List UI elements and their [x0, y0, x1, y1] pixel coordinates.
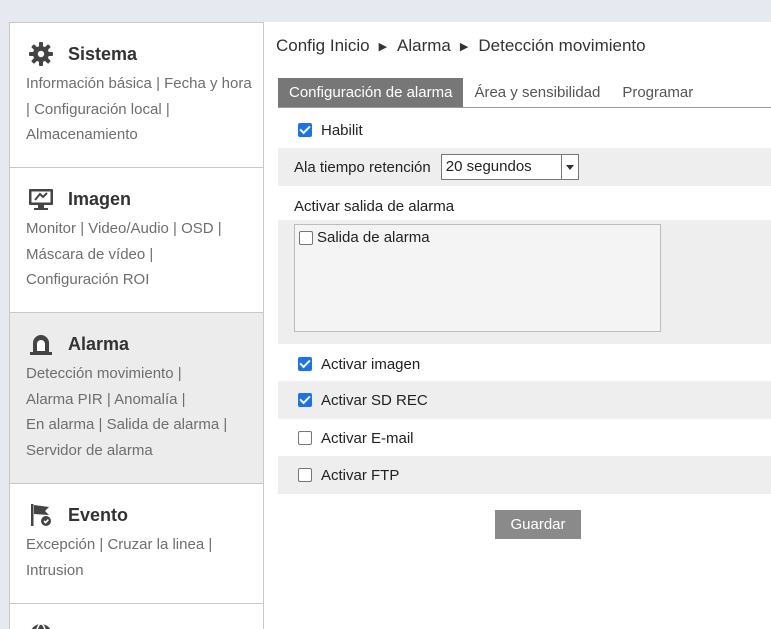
main-panel: Config Inicio ▶ Alarma ▶ Detección movim…: [264, 22, 771, 629]
snapshot-label: Activar imagen: [321, 355, 421, 373]
sidebar-section-links: Detección movimiento | Alarma PIR | Anoma…: [26, 365, 228, 459]
sidebar-section-title: Alarma: [68, 333, 130, 354]
sidebar-link-osd[interactable]: OSD: [181, 220, 214, 237]
sidebar: Sistema Información básica | Fecha y hor…: [9, 22, 264, 629]
ftp-label: Activar FTP: [321, 466, 400, 484]
enable-checkbox[interactable]: [298, 123, 312, 137]
monitor-icon: [26, 184, 56, 214]
output-label: Activar salida de alarma: [294, 197, 455, 215]
save-button[interactable]: Guardar: [495, 510, 581, 539]
tab-bar: Configuración de alarma Área y sensibili…: [278, 78, 771, 108]
row-sd-rec: Activar SD REC: [278, 381, 771, 419]
sidebar-link-cruzar-linea[interactable]: Cruzar la linea: [107, 536, 204, 553]
sidebar-section-header[interactable]: Alarma: [26, 329, 263, 359]
ftp-checkbox[interactable]: [298, 468, 312, 482]
retention-label: Ala tiempo retención: [294, 158, 431, 176]
row-retention: Ala tiempo retención 20 segundos: [278, 148, 771, 186]
sidebar-link-almacenamiento[interactable]: Almacenamiento: [26, 126, 138, 143]
output-item-label: Salida de alarma: [317, 229, 430, 246]
breadcrumb-arrow-icon: ▶: [459, 40, 469, 53]
breadcrumb: Config Inicio ▶ Alarma ▶ Detección movim…: [276, 36, 646, 56]
sidebar-link-alarma-pir[interactable]: Alarma PIR: [26, 391, 103, 408]
sidebar-link-servidor-alarma[interactable]: Servidor de alarma: [26, 442, 153, 459]
sidebar-link-configuracion-roi[interactable]: Configuración ROI: [26, 271, 149, 288]
sidebar-link-en-alarma[interactable]: En alarma: [26, 416, 94, 433]
sidebar-section-header[interactable]: Imagen: [26, 184, 263, 214]
list-item: Salida de alarma: [298, 229, 657, 246]
sidebar-link-informacion-basica[interactable]: Información básica: [26, 75, 152, 92]
sidebar-link-mascara-video[interactable]: Máscara de vídeo: [26, 246, 145, 263]
sidebar-section-sistema: Sistema Información básica | Fecha y hor…: [10, 23, 263, 168]
sidebar-link-video-audio[interactable]: Video/Audio: [88, 220, 169, 237]
sidebar-link-intrusion[interactable]: Intrusion: [26, 562, 84, 579]
sidebar-section-title: Sistema: [68, 43, 138, 64]
tab-configuracion-alarma[interactable]: Configuración de alarma: [278, 78, 464, 107]
sidebar-section-links: Excepción | Cruzar la linea | Intrusion: [26, 536, 213, 579]
sidebar-section-header[interactable]: Sistema: [26, 39, 263, 69]
email-checkbox[interactable]: [298, 431, 312, 445]
enable-label: Habilit: [321, 121, 363, 139]
sidebar-link-anomalia[interactable]: Anomalía: [114, 391, 177, 408]
retention-select[interactable]: 20 segundos: [440, 154, 579, 180]
tab-programar[interactable]: Programar: [611, 78, 704, 107]
sidebar-section-title: Imagen: [68, 188, 132, 209]
sidebar-link-configuracion-local[interactable]: Configuración local: [34, 101, 162, 118]
sidebar-section-title: Evento: [68, 504, 129, 525]
sidebar-link-monitor[interactable]: Monitor: [26, 220, 76, 237]
breadcrumb-item-config-inicio[interactable]: Config Inicio: [276, 36, 370, 56]
snapshot-checkbox[interactable]: [298, 357, 312, 371]
sidebar-link-fecha-hora[interactable]: Fecha y hora: [164, 75, 252, 92]
event-flag-icon: [26, 500, 56, 530]
retention-select-value: 20 segundos: [445, 158, 532, 175]
row-enable: Habilit: [278, 116, 771, 144]
alarm-output-list: Salida de alarma: [294, 224, 661, 332]
chevron-down-icon: [560, 155, 578, 179]
row-output-label: Activar salida de alarma: [278, 192, 771, 220]
row-email: Activar E-mail: [278, 423, 771, 453]
sidebar-link-excepcion[interactable]: Excepción: [26, 536, 95, 553]
breadcrumb-arrow-icon: ▶: [378, 40, 388, 53]
sidebar-section-header[interactable]: [26, 620, 263, 629]
sidebar-section-red: [10, 604, 263, 629]
sidebar-section-alarma: Alarma Detección movimiento | Alarma PIR …: [10, 313, 263, 484]
breadcrumb-item-deteccion-movimiento: Detección movimiento: [478, 36, 646, 55]
sidebar-section-imagen: Imagen Monitor | Video/Audio | OSD | Másc…: [10, 168, 263, 313]
alarm-bell-icon: [26, 329, 56, 359]
sidebar-section-links: Monitor | Video/Audio | OSD | Máscara de …: [26, 220, 222, 288]
row-ftp: Activar FTP: [278, 456, 771, 494]
tab-area-sensibilidad[interactable]: Área y sensibilidad: [463, 78, 611, 107]
sidebar-link-salida-alarma[interactable]: Salida de alarma: [107, 416, 220, 433]
row-snapshot: Activar imagen: [278, 349, 771, 379]
breadcrumb-item-alarma[interactable]: Alarma: [397, 36, 451, 56]
sidebar-link-deteccion-movimiento[interactable]: Detección movimiento: [26, 365, 174, 382]
sidebar-section-header[interactable]: Evento: [26, 500, 263, 530]
sidebar-section-links: Información básica | Fecha y hora | Conf…: [26, 75, 252, 143]
sd-rec-label: Activar SD REC: [321, 391, 428, 409]
sd-rec-checkbox[interactable]: [298, 393, 312, 407]
output-item-checkbox[interactable]: [299, 230, 313, 245]
sidebar-section-evento: Evento Excepción | Cruzar la linea | Intr…: [10, 484, 263, 604]
email-label: Activar E-mail: [321, 429, 414, 447]
globe-icon: [26, 620, 56, 629]
gear-icon: [26, 39, 56, 69]
